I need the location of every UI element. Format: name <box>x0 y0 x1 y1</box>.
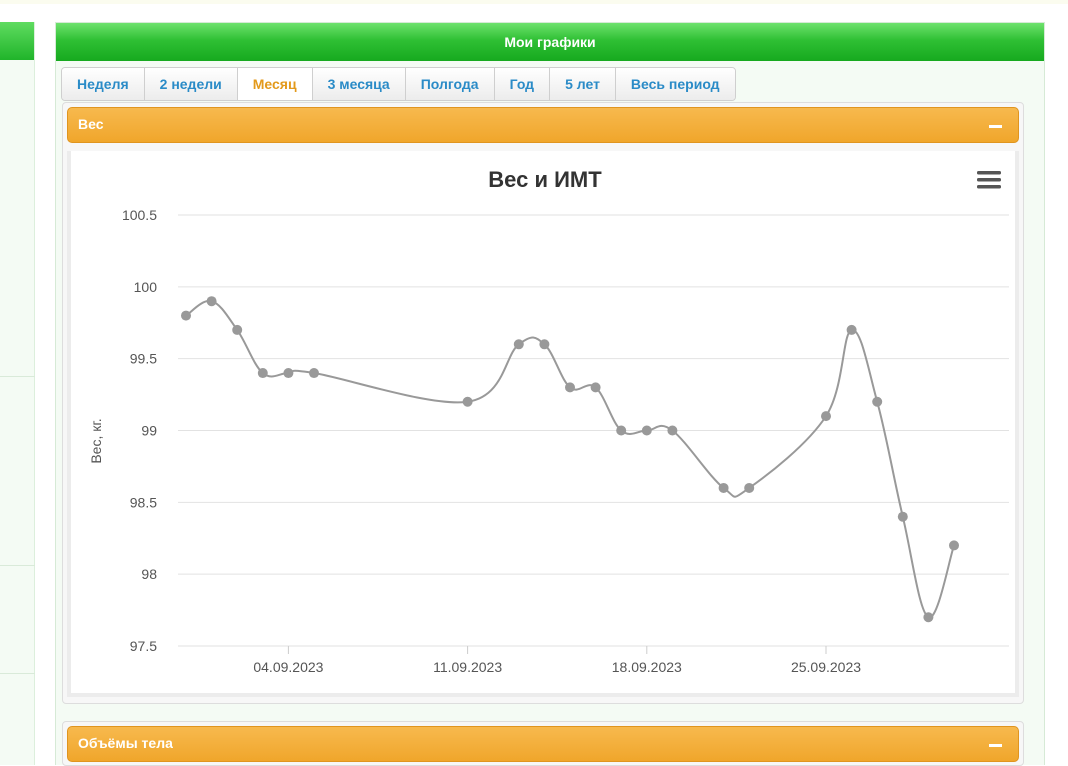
period-tabs: Неделя 2 недели Месяц 3 месяца Полгода Г… <box>61 67 736 101</box>
minus-icon[interactable] <box>989 125 1002 128</box>
minus-icon[interactable] <box>989 744 1002 747</box>
data-point[interactable] <box>897 511 908 522</box>
data-point[interactable] <box>616 425 627 436</box>
body-volumes-section-header[interactable]: Объёмы тела <box>67 726 1019 762</box>
body-volumes-section-title: Объёмы тела <box>78 735 173 751</box>
y-tick-label: 100 <box>134 279 158 295</box>
data-point[interactable] <box>462 396 473 407</box>
series-line <box>185 299 955 619</box>
y-tick-label: 98.5 <box>130 494 157 510</box>
data-point[interactable] <box>309 368 319 379</box>
tab-3-months[interactable]: 3 месяца <box>312 68 406 100</box>
tab-2-weeks[interactable]: 2 недели <box>144 68 238 100</box>
data-point[interactable] <box>641 425 652 436</box>
x-tick-label: 18.09.2023 <box>612 659 682 675</box>
chart-container: Вес и ИМТ Вес, кг. 97.5 98 98.5 99 99.5 100 10… <box>67 151 1019 697</box>
y-tick-label: 100.5 <box>122 207 157 223</box>
y-tick-label: 98 <box>141 566 157 582</box>
weight-section: Вес Вес и ИМТ Вес, кг. 97.5 98 98.5 99 99.5 1… <box>62 102 1024 704</box>
tab-all-time[interactable]: Весь период <box>615 68 735 100</box>
data-point[interactable] <box>846 324 857 335</box>
top-strip <box>0 0 1068 4</box>
y-tick-label: 99 <box>141 423 157 439</box>
tab-year[interactable]: Год <box>494 68 551 100</box>
tab-week[interactable]: Неделя <box>62 68 145 100</box>
data-point[interactable] <box>667 425 678 436</box>
data-point[interactable] <box>949 540 959 551</box>
divider <box>0 565 35 566</box>
tab-half-year[interactable]: Полгода <box>405 68 495 100</box>
body-volumes-section: Объёмы тела <box>62 721 1024 766</box>
chart-title: Вес и ИМТ <box>488 167 602 192</box>
data-point[interactable] <box>872 396 883 407</box>
panel-title: Мои графики <box>56 23 1044 61</box>
divider <box>0 376 35 377</box>
tab-5-years[interactable]: 5 лет <box>550 68 616 100</box>
left-panel <box>0 22 35 765</box>
data-point[interactable] <box>744 482 755 493</box>
data-point[interactable] <box>232 324 243 335</box>
x-tick-label: 11.09.2023 <box>433 659 502 675</box>
y-tick-label: 97.5 <box>130 638 157 654</box>
data-point[interactable] <box>539 339 550 350</box>
divider <box>0 673 35 674</box>
data-point[interactable] <box>206 296 217 307</box>
charts-panel: Мои графики Неделя 2 недели Месяц 3 меся… <box>55 22 1045 766</box>
weight-chart: Вес и ИМТ Вес, кг. 97.5 98 98.5 99 99.5 100 10… <box>88 167 1009 675</box>
left-panel-header <box>0 22 34 60</box>
y-tick-label: 99.5 <box>130 351 157 367</box>
hamburger-menu-icon[interactable] <box>977 171 1001 189</box>
data-point[interactable] <box>257 368 268 379</box>
data-point[interactable] <box>181 310 191 321</box>
data-point[interactable] <box>923 612 934 623</box>
x-tick-label: 25.09.2023 <box>791 659 861 675</box>
y-axis-title: Вес, кг. <box>88 418 104 463</box>
data-point[interactable] <box>283 368 294 379</box>
data-point[interactable] <box>718 482 729 493</box>
weight-section-title: Вес <box>78 116 104 132</box>
data-point[interactable] <box>513 339 524 350</box>
weight-section-header[interactable]: Вес <box>67 107 1019 143</box>
x-tick-label: 04.09.2023 <box>253 659 323 675</box>
tab-month[interactable]: Месяц <box>237 68 313 100</box>
data-point[interactable] <box>565 382 575 393</box>
data-point[interactable] <box>590 382 601 393</box>
data-point[interactable] <box>821 411 831 422</box>
